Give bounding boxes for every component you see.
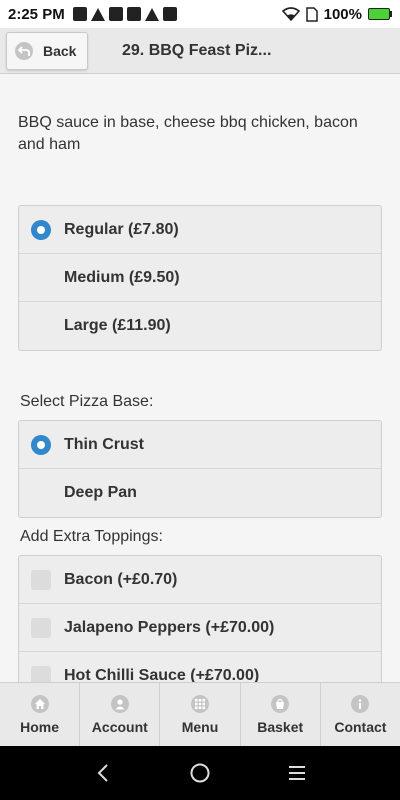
base-option-deep-pan[interactable]: Deep Pan	[19, 469, 381, 517]
nav-basket[interactable]: Basket	[241, 683, 321, 746]
checkbox-icon[interactable]	[31, 666, 51, 682]
size-option-large[interactable]: Large (£11.90)	[19, 302, 381, 350]
back-arrow-icon	[15, 41, 33, 60]
toppings-checkbox-group: Bacon (+£0.70) Jalapeno Peppers (+£70.00…	[18, 555, 382, 682]
nav-label: Contact	[334, 718, 387, 735]
nav-home[interactable]: Home	[0, 683, 81, 746]
pizza-base-heading: Select Pizza Base:	[20, 393, 154, 410]
nav-label: Menu	[181, 718, 219, 735]
page-title: 29. BBQ Feast Piz...	[122, 41, 272, 59]
system-home-icon[interactable]	[180, 753, 220, 793]
shield-notification-icon	[126, 7, 141, 21]
product-description: BBQ sauce in base, cheese bbq chicken, b…	[18, 114, 358, 153]
system-nav-bar	[0, 746, 400, 800]
radio-selected-icon[interactable]	[31, 434, 51, 455]
size-option-regular[interactable]: Regular (£7.80)	[19, 206, 381, 254]
basket-icon	[271, 694, 290, 713]
wifi-icon	[281, 7, 300, 21]
back-label: Back	[43, 42, 77, 59]
nav-menu[interactable]: Menu	[160, 683, 241, 746]
option-label: Hot Chilli Sauce (+£70.00)	[64, 667, 260, 682]
home-icon	[30, 694, 49, 713]
option-label: Regular (£7.80)	[64, 220, 179, 238]
app-notification-icon	[162, 7, 177, 21]
app-notification-icon	[108, 7, 123, 21]
topping-option-bacon[interactable]: Bacon (+£0.70)	[19, 556, 381, 604]
nav-label: Home	[20, 718, 60, 735]
bottom-nav-bar: Home Account Menu Basket Contact	[0, 682, 400, 746]
option-label: Thin Crust	[64, 435, 144, 453]
image-notification-icon	[72, 7, 87, 21]
option-label: Deep Pan	[64, 484, 137, 501]
back-button[interactable]: Back	[6, 31, 88, 70]
extra-toppings-heading: Add Extra Toppings:	[20, 528, 163, 545]
base-option-thin-crust[interactable]: Thin Crust	[19, 421, 381, 469]
battery-percent: 100%	[323, 5, 362, 23]
topping-option-hot-chilli[interactable]: Hot Chilli Sauce (+£70.00)	[19, 652, 381, 682]
pizza-base-radio-group: Thin Crust Deep Pan	[18, 420, 382, 518]
app-notification-icon	[144, 7, 159, 21]
option-label: Medium (£9.50)	[64, 268, 180, 286]
info-icon	[351, 694, 370, 713]
grid-icon	[191, 694, 209, 713]
size-radio-group: Regular (£7.80) Medium (£9.50) Large (£1…	[18, 205, 382, 351]
radio-selected-icon[interactable]	[31, 219, 51, 240]
nav-account[interactable]: Account	[80, 683, 161, 746]
app-notification-icon	[90, 7, 105, 21]
option-label: Jalapeno Peppers (+£70.00)	[64, 618, 275, 636]
option-label: Large (£11.90)	[64, 317, 171, 334]
status-bar: 2:25 PM 100%	[0, 0, 400, 28]
system-back-icon[interactable]	[83, 753, 123, 793]
topping-option-jalapeno[interactable]: Jalapeno Peppers (+£70.00)	[19, 604, 381, 652]
sim-card-icon	[305, 6, 318, 22]
status-time: 2:25 PM	[8, 5, 65, 23]
option-label: Bacon (+£0.70)	[64, 570, 178, 588]
nav-label: Basket	[257, 718, 304, 735]
checkbox-icon[interactable]	[31, 569, 51, 590]
app-header: Back 29. BBQ Feast Piz...	[0, 28, 400, 74]
size-option-medium[interactable]: Medium (£9.50)	[19, 254, 381, 302]
checkbox-icon[interactable]	[31, 617, 51, 638]
nav-label: Account	[91, 718, 148, 735]
nav-contact[interactable]: Contact	[321, 683, 400, 746]
main-content[interactable]: BBQ sauce in base, cheese bbq chicken, b…	[0, 74, 400, 682]
battery-icon	[368, 8, 392, 20]
system-recents-icon[interactable]	[277, 753, 317, 793]
user-icon	[110, 694, 129, 713]
